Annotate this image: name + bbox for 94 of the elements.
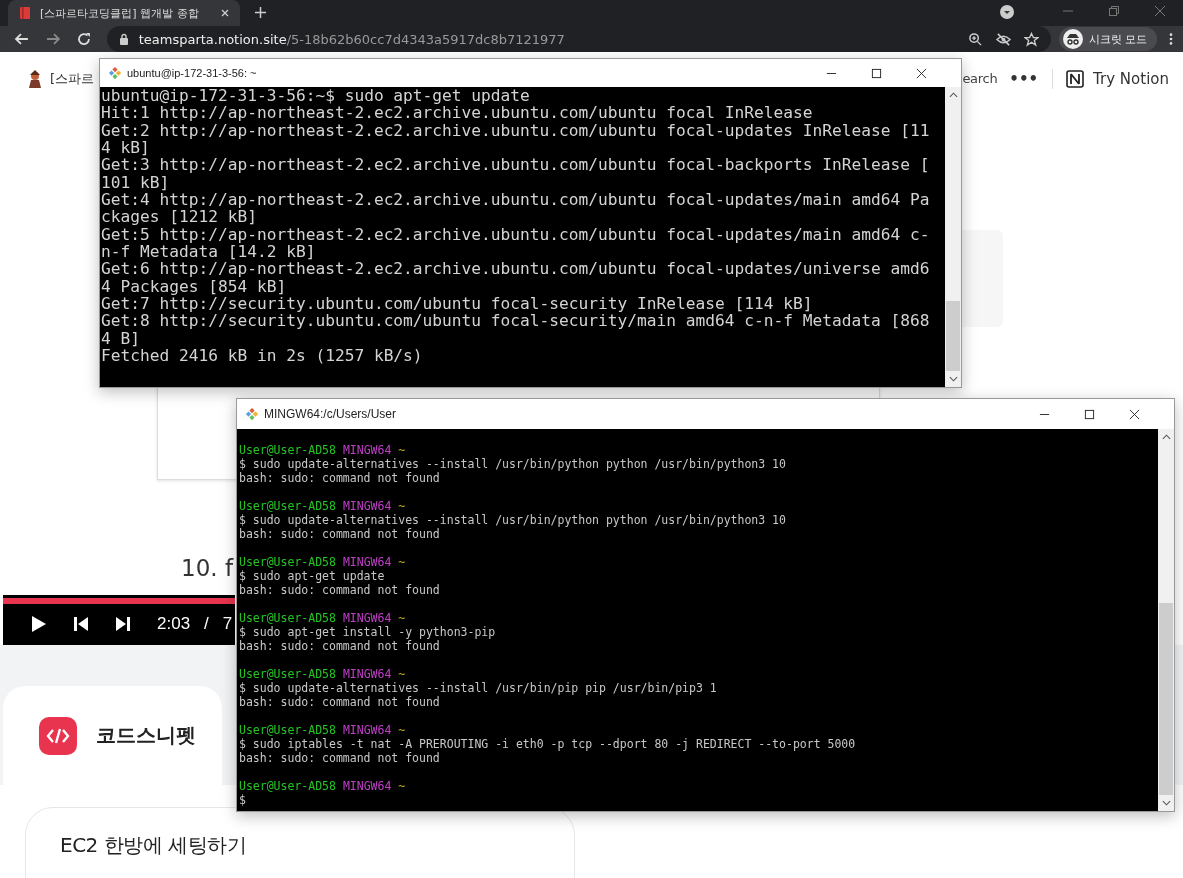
more-button[interactable]: •••: [1009, 69, 1039, 88]
prompt-shell: MINGW64: [342, 723, 392, 737]
output-line: bash: sudo: command not found: [239, 583, 441, 597]
section-heading: 10. f: [181, 554, 233, 583]
reload-icon[interactable]: [75, 31, 92, 47]
plus-icon[interactable]: [254, 6, 267, 19]
eye-off-icon[interactable]: [995, 31, 1011, 47]
output-line: bash: sudo: command not found: [239, 751, 441, 765]
next-icon[interactable]: [115, 615, 131, 633]
output-line: bash: sudo: command not found: [239, 695, 441, 709]
output-line: bash: sudo: command not found: [239, 527, 441, 541]
scrollbar[interactable]: [1158, 429, 1174, 811]
browser-tab[interactable]: [스파르타코딩클럽] 웹개발 종합: [8, 0, 240, 26]
prompt-user: User@User-AD58: [239, 443, 336, 457]
terminal-line: ubuntu@ip-172-31-3-56:~$ sudo apt-get update: [101, 87, 531, 105]
command-line: $ sudo update-alternatives --install /usr/bin/pip pip /usr/bin/pip3 1: [239, 681, 718, 695]
scrollbar-thumb[interactable]: [946, 301, 960, 371]
terminal-line: Get:8 http://security.ubuntu.com/ubuntu focal-security/main amd64 c-n-f Metadata [868: [101, 312, 931, 330]
scrollbar[interactable]: [945, 87, 961, 387]
prompt-dir: ~: [398, 555, 406, 569]
output-line: bash: sudo: command not found: [239, 471, 441, 485]
address-bar[interactable]: teamsparta.notion.site/5-18b62b60cc7d4343a5917dc8b7121977: [106, 26, 1051, 52]
duration: 7: [222, 614, 233, 634]
terminal-line: Get:4 http://ap-northeast-2.ec2.archive.ubuntu.com/ubuntu focal-updates/main amd64 Pa: [101, 191, 931, 209]
incognito-badge[interactable]: 시크릿 모드: [1058, 27, 1157, 51]
prompt-user: User@User-AD58: [239, 555, 336, 569]
terminal-line: 4 kB]: [101, 139, 151, 157]
prompt-dir: ~: [398, 611, 406, 625]
terminal-line: Get:5 http://ap-northeast-2.ec2.archive.ubuntu.com/ubuntu focal-updates/main amd64 c-: [101, 225, 931, 244]
terminal-line: ckages [1212 kB]: [101, 208, 257, 226]
dropdown-icon[interactable]: [999, 4, 1015, 20]
prompt-shell: MINGW64: [342, 779, 392, 793]
forward-icon[interactable]: [44, 31, 61, 47]
terminal-line: Fetched 2416 kB in 2s (1257 kB/s): [101, 347, 424, 365]
terminal-line: Get:6 http://ap-northeast-2.ec2.archive.ubuntu.com/ubuntu focal-updates/universe amd6: [101, 260, 931, 278]
snippet-card[interactable]: 코드스니펫: [3, 686, 222, 785]
maximize-icon[interactable]: [1084, 408, 1095, 420]
prompt-dir: ~: [398, 667, 406, 681]
command-line: $ sudo apt-get update: [239, 569, 386, 583]
prompt-shell: MINGW64: [342, 443, 392, 457]
play-icon[interactable]: [31, 615, 47, 633]
prompt-user: User@User-AD58: [239, 499, 336, 513]
prompt-dir: ~: [398, 779, 406, 793]
code-icon: [39, 716, 77, 755]
zoom-icon[interactable]: [967, 31, 983, 47]
command-line: $ sudo update-alternatives --install /usr/bin/python python /usr/bin/python3 10: [239, 513, 787, 527]
star-icon[interactable]: [1023, 31, 1039, 47]
prompt-dir: ~: [398, 499, 406, 513]
close-icon[interactable]: [916, 67, 927, 79]
terminal-line: 4 B]: [101, 329, 141, 348]
prompt-shell: MINGW64: [342, 611, 392, 625]
menu-icon[interactable]: [1169, 32, 1173, 46]
current-time: 2:03: [157, 614, 191, 634]
command-line: $ sudo apt-get install -y python3-pip: [239, 625, 497, 639]
snippet-title: 코드스니펫: [96, 722, 196, 749]
book-icon: [18, 6, 32, 20]
prompt-dir: ~: [398, 443, 406, 457]
prompt-user: User@User-AD58: [239, 723, 336, 737]
window-title: ubuntu@ip-172-31-3-56: ~: [127, 67, 257, 79]
command-line: $ sudo update-alternatives --install /usr/bin/python python /usr/bin/python3 10: [239, 457, 787, 471]
command-line: $: [239, 793, 247, 807]
breadcrumb[interactable]: [스파르: [50, 69, 95, 88]
terminal-line: 101 kB]: [101, 173, 170, 192]
window-title: MINGW64:/c/Users/User: [264, 407, 396, 421]
prompt-shell: MINGW64: [342, 667, 392, 681]
terminal-line: Get:3 http://ap-northeast-2.ec2.archive.ubuntu.com/ubuntu focal-backports InRelease [: [101, 156, 931, 174]
prompt-shell: MINGW64: [342, 499, 392, 513]
terminal-line: n-f Metadata [14.2 kB]: [101, 243, 316, 261]
lesson-title: EC2 한방에 세팅하기: [60, 833, 247, 857]
maximize-icon[interactable]: [871, 67, 882, 79]
close-icon[interactable]: [1129, 408, 1140, 420]
notion-logo-icon: [1065, 68, 1086, 89]
diamond-icon: [245, 407, 259, 421]
terminal-line: 4 Packages [854 kB]: [101, 277, 287, 296]
restore-icon[interactable]: [1108, 5, 1120, 17]
prompt-shell: MINGW64: [342, 555, 392, 569]
back-icon[interactable]: [14, 31, 30, 47]
search-button[interactable]: earch: [962, 71, 998, 86]
prompt-user: User@User-AD58: [239, 667, 336, 681]
prompt-user: User@User-AD58: [239, 779, 336, 793]
incognito-icon: [1062, 29, 1083, 49]
prompt-user: User@User-AD58: [239, 611, 336, 625]
lock-icon: [118, 33, 129, 45]
terminal-line: Get:2 http://ap-northeast-2.ec2.archive.ubuntu.com/ubuntu focal-updates InRelease [11: [101, 121, 931, 140]
try-notion-link[interactable]: Try Notion: [1093, 69, 1169, 88]
terminal-line: Get:7 http://security.ubuntu.com/ubuntu focal-security InRelease [114 kB]: [101, 295, 814, 313]
command-line: $ sudo iptables -t nat -A PREROUTING -i eth0 -p tcp --dport 80 -j REDIRECT --to-port 5000: [239, 737, 857, 751]
terminal-line: Hit:1 http://ap-northeast-2.ec2.archive.ubuntu.com/ubuntu focal InRelease: [101, 104, 814, 122]
diamond-icon: [108, 66, 122, 80]
output-line: bash: sudo: command not found: [239, 639, 441, 653]
previous-icon[interactable]: [73, 615, 89, 633]
prompt-dir: ~: [398, 723, 406, 737]
scrollbar-thumb[interactable]: [1159, 602, 1173, 795]
time-separator: /: [204, 614, 209, 634]
